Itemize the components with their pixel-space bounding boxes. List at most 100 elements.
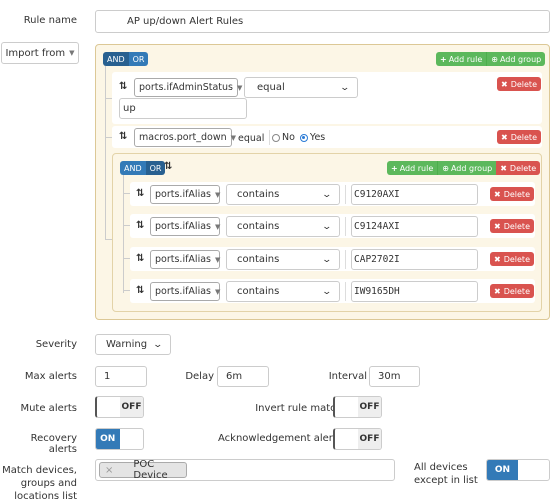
divider: [269, 130, 270, 145]
rule-operator-select[interactable]: contains ⌄: [226, 249, 340, 270]
recovery-alerts-toggle[interactable]: ON: [95, 428, 144, 450]
sort-handle-icon[interactable]: ⇅: [136, 188, 144, 199]
close-icon: ✖: [494, 254, 501, 264]
rule-operator-select[interactable]: equal ⌄: [244, 77, 358, 98]
sub-group-actions: + Add rule ⊕ Add group ✖ Delete: [387, 161, 541, 175]
plus-icon: +: [440, 54, 447, 64]
delay-label: Delay: [185, 371, 214, 382]
root-condition-toggle: AND OR: [103, 52, 149, 66]
sub-add-group-button[interactable]: ⊕ Add group: [437, 161, 497, 175]
rule-name-label: Rule name: [23, 15, 77, 26]
chevron-down-icon: ⌄: [152, 339, 164, 350]
rule-operator-select[interactable]: contains ⌄: [226, 281, 340, 302]
delay-input[interactable]: 6m: [217, 366, 269, 387]
device-tag: × POC Device: [99, 459, 187, 481]
rule-value-input[interactable]: up: [119, 98, 247, 119]
mute-alerts-toggle[interactable]: OFF: [95, 396, 144, 418]
toggle-state: OFF: [358, 397, 381, 417]
toggle-state: OFF: [120, 397, 143, 417]
root-tree-line: [105, 66, 106, 239]
rule-value-input[interactable]: CAP2702I: [351, 249, 478, 270]
close-icon: ✖: [501, 132, 508, 142]
remove-tag-icon[interactable]: ×: [105, 465, 113, 476]
rule-radio-group: No Yes: [272, 132, 325, 143]
severity-label: Severity: [35, 339, 77, 350]
group-sort-handle-icon[interactable]: ⇅: [164, 161, 172, 172]
max-alerts-label: Max alerts: [24, 371, 77, 382]
tree-connector: [123, 258, 130, 259]
interval-input[interactable]: 30m: [369, 366, 420, 387]
root-and-button[interactable]: AND: [103, 52, 129, 66]
delete-rule-button[interactable]: ✖ Delete: [497, 77, 541, 91]
acknowledgement-alerts-toggle[interactable]: OFF: [333, 428, 382, 450]
caret-down-icon: ▼: [69, 49, 75, 57]
rule-value-input[interactable]: IW9165DH: [351, 281, 478, 302]
tree-connector: [123, 225, 130, 226]
import-from-button[interactable]: Import from ▼: [1, 42, 79, 64]
rule-value-input[interactable]: C9124AXI: [351, 216, 478, 237]
all-devices-except-label: All devices except in list: [414, 462, 478, 486]
delete-rule-button[interactable]: ✖ Delete: [490, 252, 534, 266]
all-devices-except-toggle[interactable]: ON: [486, 459, 550, 481]
root-or-button[interactable]: OR: [128, 52, 149, 66]
import-from-label: Import from: [5, 47, 66, 59]
sub-condition-toggle: AND OR: [120, 161, 166, 175]
caret-down-icon: ▼: [214, 190, 221, 199]
rule-operator-select[interactable]: contains ⌄: [226, 184, 340, 205]
match-devices-input[interactable]: × POC Device: [95, 459, 395, 481]
divider: [345, 217, 346, 236]
toggle-state: OFF: [358, 429, 381, 449]
sub-add-rule-button[interactable]: + Add rule: [387, 161, 438, 175]
rule-field-select[interactable]: ports.ifAlias ▼: [150, 185, 220, 204]
caret-down-icon: ▼: [236, 83, 243, 92]
rule-value-input[interactable]: C9120AXI: [351, 184, 478, 205]
delete-rule-button[interactable]: ✖ Delete: [490, 284, 534, 298]
chevron-down-icon: ⌄: [321, 221, 333, 232]
tree-connector: [123, 193, 130, 194]
sort-handle-icon[interactable]: ⇅: [136, 285, 144, 296]
rule-field-select[interactable]: ports.ifAlias ▼: [150, 282, 220, 301]
close-icon: ✖: [501, 79, 508, 89]
caret-down-icon: ▼: [230, 133, 237, 142]
radio-no[interactable]: [272, 133, 280, 142]
plus-icon: +: [391, 163, 398, 173]
rule-name-input[interactable]: AP up/down Alert Rules: [95, 10, 550, 33]
rule-operator-select[interactable]: contains ⌄: [226, 216, 340, 237]
toggle-state: ON: [96, 429, 120, 449]
invert-rule-match-toggle[interactable]: OFF: [333, 396, 382, 418]
match-devices-label: Match devices, groups and locations list: [2, 465, 77, 502]
plus-circle-icon: ⊕: [442, 163, 449, 173]
sort-handle-icon[interactable]: ⇅: [119, 131, 127, 142]
sort-handle-icon[interactable]: ⇅: [119, 81, 127, 92]
close-icon: ✖: [500, 163, 507, 173]
rule-field-select[interactable]: ports.ifAdminStatus ▼: [134, 78, 242, 97]
rule-field-select[interactable]: ports.ifAlias ▼: [150, 217, 220, 236]
mute-alerts-label: Mute alerts: [20, 403, 77, 414]
sort-handle-icon[interactable]: ⇅: [136, 253, 144, 264]
caret-down-icon: ▼: [214, 222, 221, 231]
close-icon: ✖: [494, 286, 501, 296]
close-icon: ✖: [494, 221, 501, 231]
recovery-alerts-label: Recovery alerts: [30, 433, 77, 455]
rule-field-select[interactable]: ports.ifAlias ▼: [150, 250, 220, 269]
severity-select[interactable]: Warning ⌄: [95, 334, 171, 355]
chevron-down-icon: ⌄: [321, 286, 333, 297]
toggle-state: ON: [487, 460, 518, 480]
delete-rule-button[interactable]: ✖ Delete: [497, 130, 541, 144]
rule-field-select[interactable]: macros.port_down ▼: [134, 128, 236, 147]
sort-handle-icon[interactable]: ⇅: [136, 220, 144, 231]
sub-and-button[interactable]: AND: [120, 161, 146, 175]
delete-rule-button[interactable]: ✖ Delete: [490, 187, 534, 201]
root-add-group-button[interactable]: ⊕ Add group: [486, 52, 546, 66]
divider: [345, 250, 346, 269]
tree-connector: [123, 290, 130, 291]
max-alerts-input[interactable]: 1: [95, 366, 147, 387]
root-add-rule-button[interactable]: + Add rule: [436, 52, 487, 66]
invert-rule-match-label: Invert rule match: [255, 403, 342, 414]
sub-delete-group-button[interactable]: ✖ Delete: [496, 161, 541, 175]
delete-rule-button[interactable]: ✖ Delete: [490, 219, 534, 233]
chevron-down-icon: ⌄: [339, 82, 351, 93]
caret-down-icon: ▼: [214, 287, 221, 296]
radio-yes[interactable]: [299, 133, 308, 142]
sub-or-button[interactable]: OR: [145, 161, 166, 175]
